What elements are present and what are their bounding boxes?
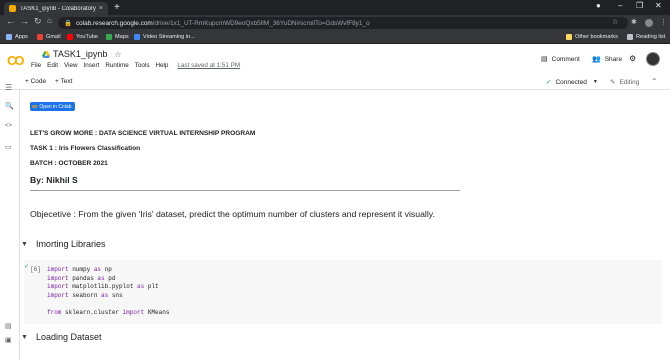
collapse-up-icon[interactable]: ⌃: [651, 77, 658, 86]
youtube-icon: [67, 34, 73, 40]
terminal-icon[interactable]: ▤: [5, 322, 12, 330]
video-icon: [134, 34, 140, 40]
lock-icon: 🔒: [64, 20, 72, 27]
open-in-colab-badge[interactable]: co Open in Colab: [30, 102, 76, 111]
comment-button[interactable]: ▤ Comment: [541, 55, 580, 64]
profile-icon[interactable]: ●: [596, 1, 601, 10]
maximize-icon[interactable]: ❐: [636, 1, 643, 10]
chevron-down-icon[interactable]: ▼: [593, 79, 598, 85]
heading-program: LET'S GROW MORE : DATA SCIENCE VIRTUAL I…: [30, 130, 256, 137]
search-icon[interactable]: 🔍: [5, 102, 14, 110]
reading-list-icon: [627, 34, 633, 40]
notebook-content: co Open in Colab LET'S GROW MORE : DATA …: [20, 90, 670, 360]
url-host: colab.research.google.com: [75, 19, 153, 27]
bookmarks-bar: Apps Gmail YouTube Maps Video Streaming …: [0, 31, 670, 44]
code-line: import pandas as pd: [47, 274, 116, 282]
menu-edit[interactable]: Edit: [47, 62, 58, 69]
bookmark-video-streaming[interactable]: Video Streaming in...: [134, 34, 195, 40]
code-line: import matplotlib.pyplot as plt: [47, 283, 159, 291]
notebook-title-area: TASK1_ipynb ☆: [42, 49, 122, 59]
colab-badge-logo-icon: co: [32, 103, 38, 110]
menu-help[interactable]: Help: [155, 62, 168, 69]
back-icon[interactable]: ←: [6, 16, 15, 26]
code-cell[interactable]: ✓ [6] import numpy as np import pandas a…: [24, 260, 662, 324]
heading-task: TASK 1 : Iris Flowers Classification: [30, 145, 141, 152]
gmail-icon: [37, 34, 43, 40]
last-saved-link[interactable]: Last saved at 1:51 PM: [177, 62, 240, 69]
new-tab-button[interactable]: +: [114, 2, 120, 13]
bookmark-star-icon[interactable]: ☆: [612, 18, 618, 26]
menu-file[interactable]: File: [31, 62, 41, 69]
collapse-arrow-icon[interactable]: ▼: [21, 334, 28, 341]
url-path: /drive/1x1_UT-RmKupcmWD9eoQxb5lIM_36YuDN…: [152, 19, 370, 27]
bookmark-apps[interactable]: Apps: [6, 34, 28, 40]
table-of-contents-icon[interactable]: ☰: [5, 83, 12, 92]
bookmark-youtube[interactable]: YouTube: [67, 34, 98, 40]
section-loading-dataset[interactable]: ▼ Loading Dataset: [20, 332, 102, 342]
star-icon[interactable]: ☆: [114, 50, 121, 59]
browser-tab-bar: TASK1_ipynb - Colaboratory × + ● – ❐ ✕: [0, 0, 670, 15]
address-bar[interactable]: 🔒 colab.research.google.com /drive/1x1_U…: [58, 17, 628, 29]
menu-runtime[interactable]: Runtime: [105, 62, 128, 69]
cell-toolbar: + Code + Text ✓ Connected ▼ ✎ Editing: [0, 74, 670, 90]
collapse-arrow-icon[interactable]: ▼: [21, 241, 28, 248]
menu-insert[interactable]: Insert: [84, 62, 100, 69]
author-heading: By: Nikhil S: [30, 175, 78, 185]
notebook-title[interactable]: TASK1_ipynb: [53, 49, 107, 59]
add-code-button[interactable]: + Code: [25, 78, 46, 85]
pencil-icon: ✎: [610, 79, 616, 86]
left-sidebar: ☰ 🔍 <> ▭ ▤ ▣: [0, 83, 20, 360]
drive-icon: [42, 50, 50, 58]
share-button[interactable]: 👥 Share: [592, 55, 622, 64]
heading-batch: BATCH : OCTOBER 2021: [30, 160, 108, 167]
check-icon: ✓: [546, 79, 552, 86]
menu-view[interactable]: View: [64, 62, 78, 69]
colab-logo[interactable]: CO: [7, 53, 24, 68]
command-palette-icon[interactable]: ▣: [5, 336, 12, 344]
home-icon[interactable]: ⌂: [47, 16, 52, 25]
comment-icon: ▤: [541, 56, 548, 63]
other-bookmarks[interactable]: Other bookmarks: [566, 34, 618, 40]
chrome-menu-icon[interactable]: ⋮: [660, 18, 667, 26]
objective-text: Objecetive : From the given 'Iris' datas…: [30, 209, 435, 219]
section-importing-libraries[interactable]: ▼ Imorting Libraries: [20, 239, 105, 249]
code-line: import numpy as np: [47, 266, 112, 273]
add-text-button[interactable]: + Text: [55, 78, 72, 85]
share-people-icon: 👥: [592, 56, 601, 63]
bookmark-gmail[interactable]: Gmail: [37, 34, 61, 40]
horizontal-rule: [30, 190, 460, 191]
browser-tab[interactable]: TASK1_ipynb - Colaboratory ×: [4, 2, 108, 15]
close-window-icon[interactable]: ✕: [655, 1, 662, 10]
editing-mode[interactable]: ✎ Editing: [610, 78, 639, 87]
menu-tools[interactable]: Tools: [135, 62, 150, 69]
files-folder-icon[interactable]: ▭: [5, 143, 12, 151]
code-editor[interactable]: import numpy as np import pandas as pd i…: [47, 266, 169, 318]
maps-icon: [106, 34, 112, 40]
code-line: from sklearn.cluster import KMeans: [47, 308, 170, 316]
avatar[interactable]: [646, 52, 660, 66]
connected-status[interactable]: ✓ Connected ▼: [546, 78, 598, 87]
apps-grid-icon: [6, 34, 12, 40]
code-snippets-icon[interactable]: <>: [5, 123, 12, 129]
code-line: import seaborn as sns: [47, 291, 123, 299]
reload-icon[interactable]: ↻: [34, 16, 42, 27]
run-success-check-icon: ✓: [24, 264, 30, 270]
browser-toolbar: ← → ↻ ⌂ 🔒 colab.research.google.com /dri…: [0, 15, 670, 31]
tab-title: TASK1_ipynb - Colaboratory: [20, 5, 96, 12]
folder-icon: [566, 34, 572, 40]
extensions-icon[interactable]: ✱: [631, 18, 637, 26]
reading-list[interactable]: Reading list: [627, 34, 665, 40]
minimize-icon[interactable]: –: [618, 1, 622, 10]
colab-header: CO TASK1_ipynb ☆ File Edit View Insert R…: [0, 45, 670, 74]
tab-close-icon[interactable]: ×: [99, 5, 103, 12]
bookmark-maps[interactable]: Maps: [106, 34, 129, 40]
forward-icon[interactable]: →: [20, 16, 29, 26]
colab-favicon-icon: [9, 5, 16, 12]
execution-count[interactable]: [6]: [30, 266, 41, 273]
settings-gear-icon[interactable]: ⚙: [629, 54, 636, 63]
profile-avatar-icon[interactable]: [645, 19, 653, 27]
menu-bar: File Edit View Insert Runtime Tools Help…: [31, 62, 240, 69]
